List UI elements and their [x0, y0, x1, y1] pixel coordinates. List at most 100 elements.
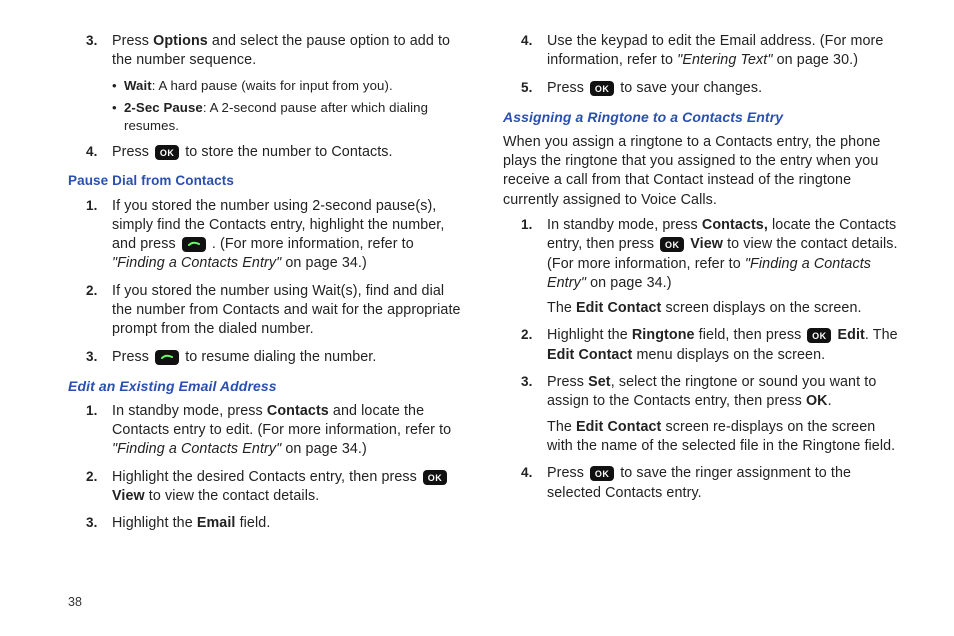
- text-italic: "Finding a Contacts Entry": [112, 441, 281, 457]
- ok-icon: [660, 237, 684, 252]
- text: Highlight the: [547, 327, 632, 343]
- list-item: 3. Press Set, select the ringtone or sou…: [547, 373, 898, 456]
- text: to store the number to Contacts.: [181, 144, 393, 160]
- list-edit-email: 1. In standby mode, press Contacts and l…: [68, 402, 463, 534]
- ok-icon: [807, 328, 831, 343]
- list-marker: 4.: [521, 32, 532, 50]
- list-marker: 4.: [86, 143, 97, 161]
- list-item: 2. Highlight the desired Contacts entry,…: [112, 468, 463, 507]
- list-item: 1. In standby mode, press Contacts, loca…: [547, 216, 898, 318]
- ok-icon: [590, 466, 614, 481]
- text: screen displays on the screen.: [661, 300, 861, 316]
- text: menu displays on the screen.: [632, 347, 825, 363]
- list-marker: 1.: [86, 197, 97, 215]
- list-marker: 1.: [521, 216, 532, 234]
- text: on page 34.): [281, 441, 367, 457]
- text: The: [547, 419, 576, 435]
- text-bold: Edit: [837, 327, 864, 343]
- text: field, then press: [695, 327, 806, 343]
- text-italic: "Finding a Contacts Entry": [112, 255, 281, 271]
- text: : A hard pause (waits for input from you…: [152, 78, 393, 93]
- text-bold: 2-Sec Pause: [124, 100, 203, 115]
- list-item: 5. Press to save your changes.: [547, 79, 898, 98]
- text: In standby mode, press: [112, 403, 267, 419]
- list-item: 2. If you stored the number using Wait(s…: [112, 282, 463, 340]
- heading-pause-dial: Pause Dial from Contacts: [68, 172, 463, 190]
- text: on page 34.): [586, 275, 672, 291]
- list-marker: 1.: [86, 402, 97, 420]
- text-bold: Set: [588, 374, 611, 390]
- text-bold: Ringtone: [632, 327, 695, 343]
- ok-icon: [155, 145, 179, 160]
- bullet-list: Wait: A hard pause (waits for input from…: [112, 77, 463, 135]
- text: to view the contact details.: [145, 488, 320, 504]
- text: Press: [547, 465, 588, 481]
- list-marker: 4.: [521, 464, 532, 482]
- list-item: 4. Press to save the ringer assignment t…: [547, 464, 898, 503]
- list-item: 4. Use the keypad to edit the Email addr…: [547, 32, 898, 71]
- text-bold: OK: [806, 393, 828, 409]
- list-assign-ringtone: 1. In standby mode, press Contacts, loca…: [503, 216, 898, 503]
- continuation-text: The Edit Contact screen re-displays on t…: [547, 418, 898, 457]
- text-bold: Options: [153, 33, 208, 49]
- text-italic: "Entering Text": [677, 52, 772, 68]
- text: . The: [865, 327, 898, 343]
- text-bold: Edit Contact: [547, 347, 632, 363]
- text: Press: [112, 349, 153, 365]
- text: field.: [236, 515, 271, 531]
- list-marker: 3.: [86, 514, 97, 532]
- ok-icon: [423, 470, 447, 485]
- send-icon: [155, 350, 179, 365]
- heading-edit-email: Edit an Existing Email Address: [68, 377, 463, 396]
- list-marker: 3.: [521, 373, 532, 391]
- text: to save your changes.: [616, 80, 762, 96]
- page: 3. Press Options and select the pause op…: [0, 0, 954, 584]
- text-bold: View: [690, 236, 723, 252]
- text: . (For more information, refer to: [208, 236, 414, 252]
- text: Press: [112, 144, 153, 160]
- text-bold: Contacts,: [702, 217, 768, 233]
- list-marker: 2.: [521, 326, 532, 344]
- text: Press: [547, 80, 588, 96]
- text-bold: Email: [197, 515, 236, 531]
- list-marker: 3.: [86, 348, 97, 366]
- list-marker: 2.: [86, 468, 97, 486]
- list-marker: 5.: [521, 79, 532, 97]
- ok-icon: [590, 81, 614, 96]
- text: on page 34.): [281, 255, 367, 271]
- intro-paragraph: When you assign a ringtone to a Contacts…: [503, 133, 898, 210]
- bullet-item: Wait: A hard pause (waits for input from…: [112, 77, 463, 95]
- list-item: 4. Press to store the number to Contacts…: [112, 143, 463, 162]
- right-column: 4. Use the keypad to edit the Email addr…: [503, 32, 898, 564]
- page-number: 38: [68, 594, 82, 611]
- text: to resume dialing the number.: [181, 349, 376, 365]
- list-item: 3. Press to resume dialing the number.: [112, 348, 463, 367]
- text: Press: [547, 374, 588, 390]
- bullet-item: 2-Sec Pause: A 2-second pause after whic…: [112, 99, 463, 135]
- text-bold: Edit Contact: [576, 300, 661, 316]
- text: Press: [112, 33, 153, 49]
- text-bold: View: [112, 488, 145, 504]
- text: If you stored the number using Wait(s), …: [112, 283, 461, 338]
- list-add-pause: 3. Press Options and select the pause op…: [68, 32, 463, 162]
- text-bold: Wait: [124, 78, 152, 93]
- list-edit-email-cont: 4. Use the keypad to edit the Email addr…: [503, 32, 898, 98]
- list-item: 2. Highlight the Ringtone field, then pr…: [547, 326, 898, 365]
- list-marker: 3.: [86, 32, 97, 50]
- heading-assign-ringtone: Assigning a Ringtone to a Contacts Entry: [503, 108, 898, 127]
- text: on page 30.): [773, 52, 859, 68]
- send-icon: [182, 237, 206, 252]
- text: The: [547, 300, 576, 316]
- text: .: [828, 393, 832, 409]
- list-pause-dial: 1. If you stored the number using 2-seco…: [68, 197, 463, 367]
- list-item: 3. Highlight the Email field.: [112, 514, 463, 533]
- left-column: 3. Press Options and select the pause op…: [68, 32, 463, 564]
- text: In standby mode, press: [547, 217, 702, 233]
- text: Highlight the: [112, 515, 197, 531]
- list-item: 1. In standby mode, press Contacts and l…: [112, 402, 463, 460]
- text: Highlight the desired Contacts entry, th…: [112, 469, 421, 485]
- list-item: 3. Press Options and select the pause op…: [112, 32, 463, 135]
- text-bold: Contacts: [267, 403, 329, 419]
- list-marker: 2.: [86, 282, 97, 300]
- text-bold: Edit Contact: [576, 419, 661, 435]
